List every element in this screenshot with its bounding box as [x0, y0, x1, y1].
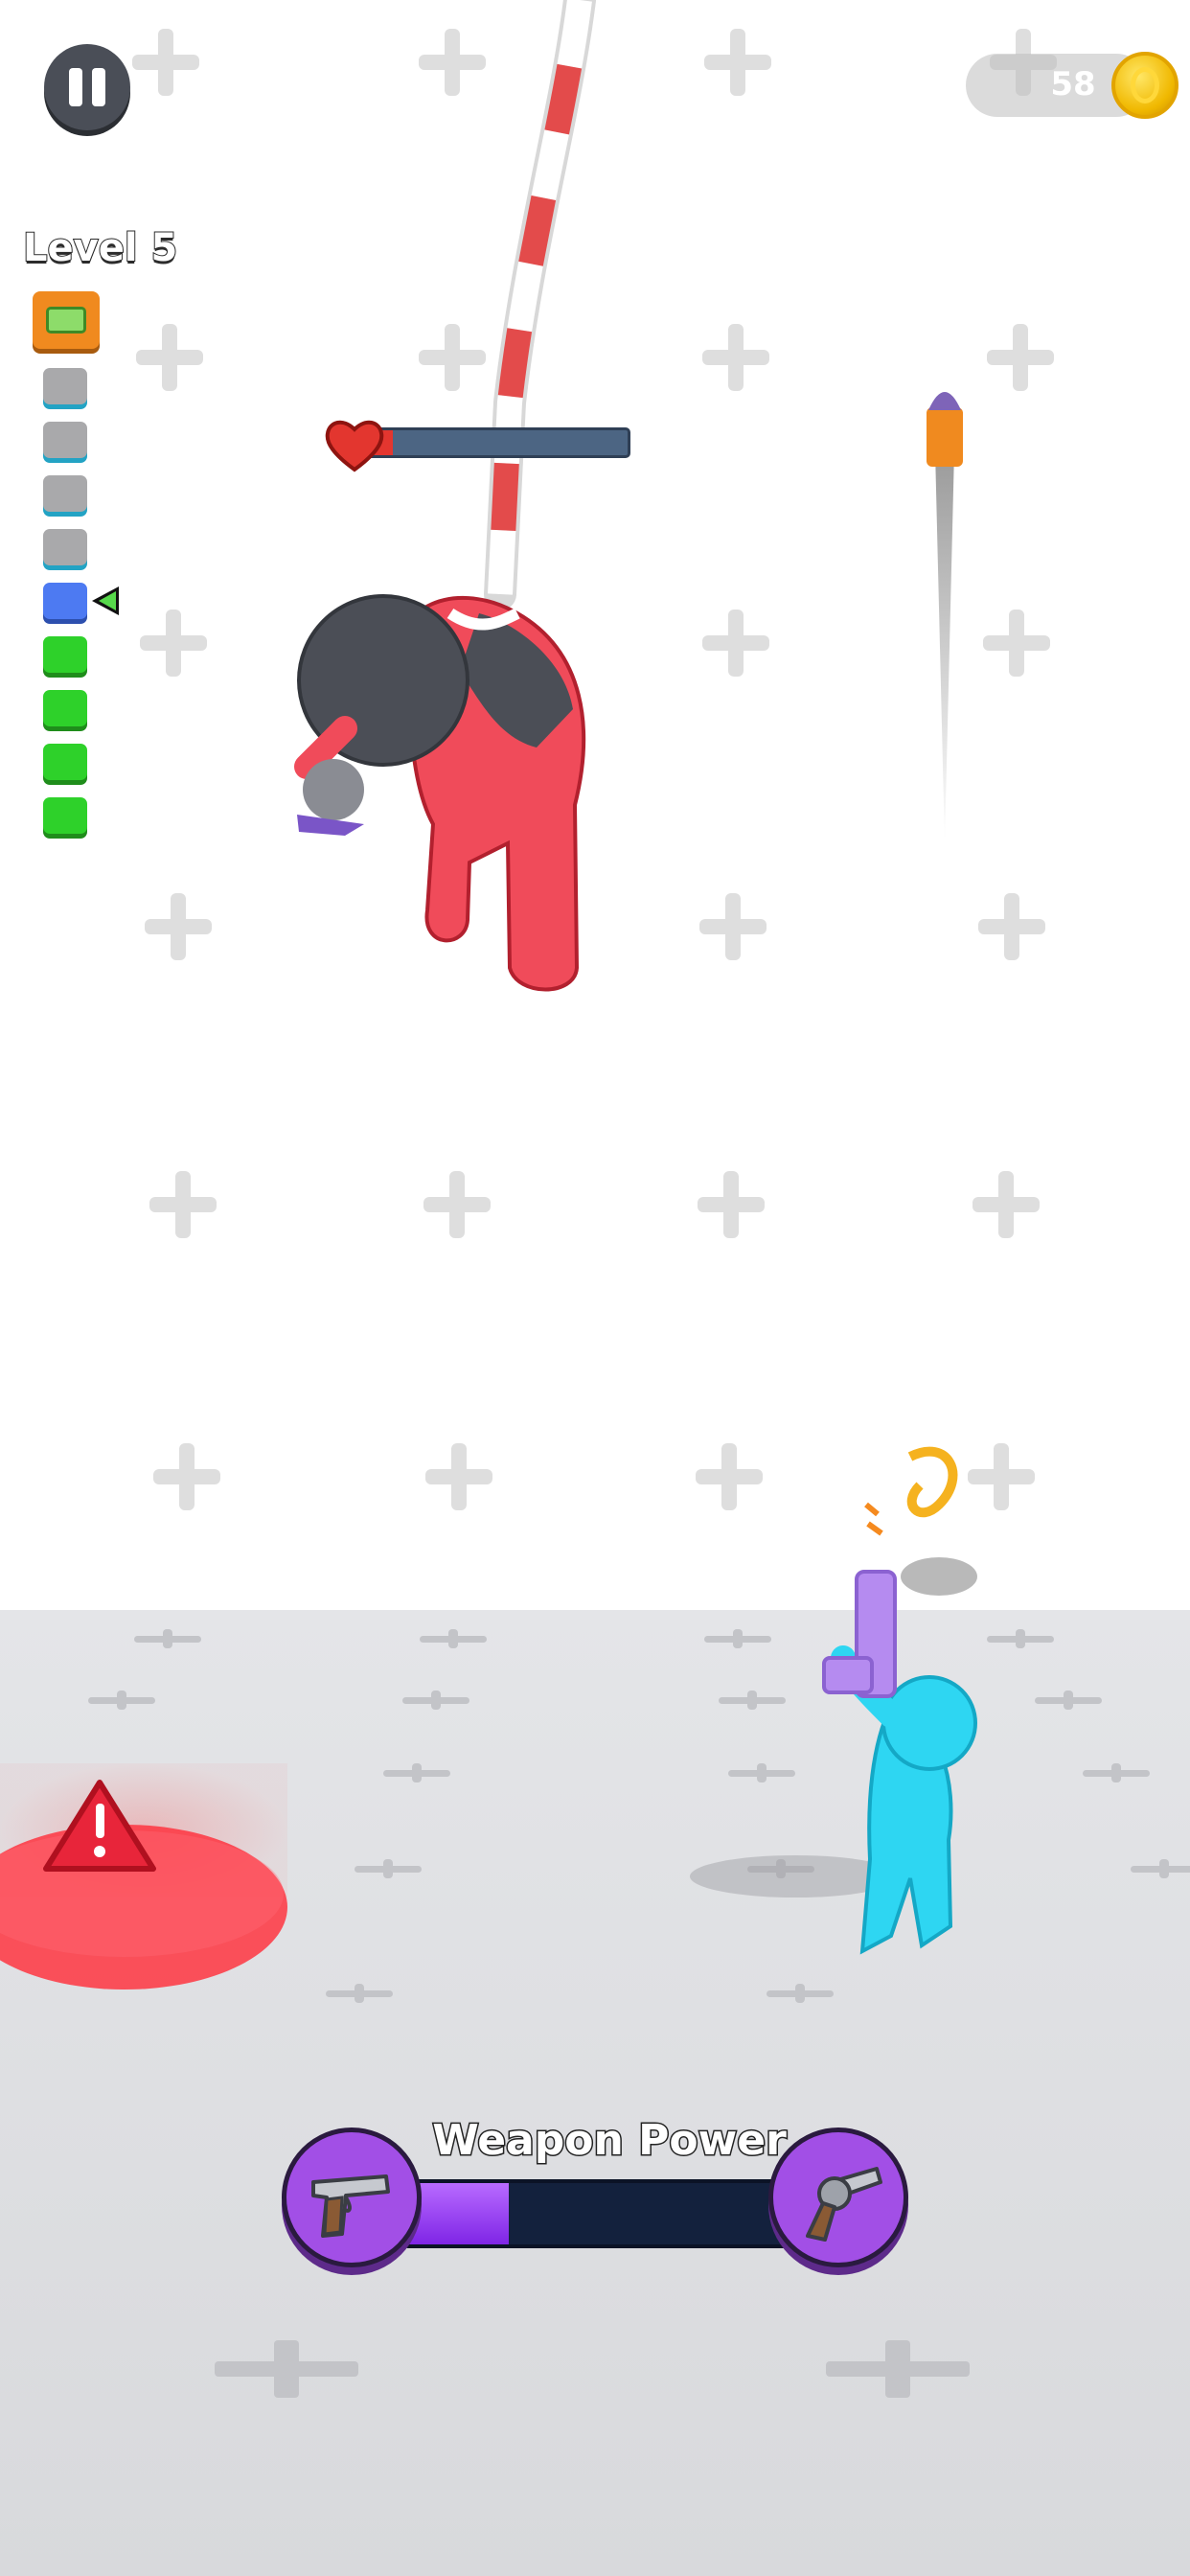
- bullet-projectile: [927, 392, 963, 843]
- level-label: Level 5: [22, 225, 178, 271]
- game-scene: 58 Level 5 Weapon Power: [0, 0, 1190, 2576]
- coin-icon: [1111, 52, 1179, 119]
- weapon-power-bar: [402, 2179, 805, 2248]
- level-stage-done: [43, 422, 87, 458]
- pause-icon: [69, 68, 82, 106]
- reward-chest-icon: [33, 291, 100, 349]
- level-stage-done: [43, 475, 87, 512]
- current-weapon-slot: [282, 2128, 422, 2267]
- danger-zone: [0, 1763, 287, 1990]
- hanging-rope: [484, 0, 596, 610]
- weapon-power-fill: [406, 2183, 510, 2244]
- level-stage-done: [43, 529, 87, 565]
- revolver-icon: [806, 2167, 882, 2242]
- next-weapon-slot: [768, 2128, 908, 2267]
- level-stage-current: [43, 583, 87, 619]
- coin-count: 58: [1050, 65, 1096, 104]
- enemy-health-bar: [364, 427, 630, 458]
- level-stage-next: [43, 690, 87, 726]
- heart-icon: [325, 420, 384, 472]
- pause-icon: [92, 68, 105, 106]
- enemy-character: [294, 594, 586, 992]
- current-stage-pointer-icon: [92, 586, 119, 615]
- weapon-power-title: Weapon Power: [431, 2115, 789, 2167]
- level-stage-next: [43, 744, 87, 780]
- level-stage-next: [43, 797, 87, 834]
- level-stage-next: [43, 636, 87, 673]
- level-stage-done: [43, 368, 87, 404]
- player-character: [690, 1446, 977, 1955]
- pause-button[interactable]: [44, 44, 130, 130]
- pistol-icon: [311, 2174, 390, 2238]
